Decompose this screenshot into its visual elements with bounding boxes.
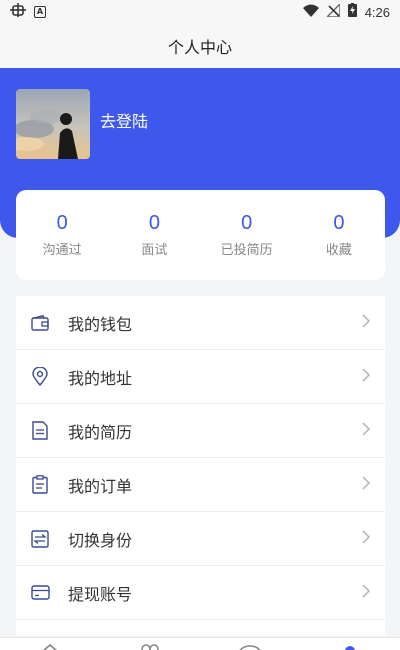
- page-title: 个人中心: [167, 38, 232, 57]
- status-bar: A 4:26: [0, 0, 400, 24]
- menu-item-withdraw-account[interactable]: 提现账号: [16, 566, 385, 620]
- tab-home[interactable]: [0, 638, 100, 650]
- location-pin-icon: [30, 367, 50, 387]
- message-icon: [239, 638, 261, 650]
- menu-label: 我的订单: [68, 476, 133, 496]
- menu-item-switch-identity[interactable]: 切换身份: [16, 512, 385, 566]
- menu-label: 我的简历: [68, 422, 133, 442]
- menu-item-orders[interactable]: 我的订单: [16, 458, 385, 512]
- switch-icon: [30, 529, 50, 549]
- login-link[interactable]: 去登陆: [100, 108, 148, 132]
- chevron-right-icon: [359, 583, 373, 602]
- avatar[interactable]: [16, 89, 90, 159]
- stat-value: 0: [56, 212, 68, 234]
- chevron-right-icon: [359, 529, 373, 548]
- chevron-right-icon: [359, 475, 373, 494]
- menu-item-resume[interactable]: 我的简历: [16, 404, 385, 458]
- document-icon: [30, 421, 50, 441]
- chevron-right-icon: [359, 421, 373, 440]
- menu-label: 切换身份: [68, 530, 133, 550]
- header: 个人中心: [0, 24, 400, 68]
- wifi-icon: [302, 4, 319, 21]
- stat-favorites[interactable]: 0 收藏: [293, 190, 385, 280]
- menu-label: 我的地址: [68, 368, 133, 388]
- chevron-right-icon: [359, 367, 373, 386]
- stat-label: 已投简历: [220, 243, 273, 258]
- a-box-icon: A: [34, 6, 46, 18]
- menu-item-wallet[interactable]: 我的钱包: [16, 296, 385, 350]
- menu-label: 提现账号: [68, 584, 133, 604]
- stat-interview[interactable]: 0 面试: [108, 190, 200, 280]
- home-icon: [40, 638, 60, 650]
- tab-profile[interactable]: [300, 638, 400, 650]
- clipboard-icon: [30, 475, 50, 495]
- stat-label: 面试: [141, 243, 168, 258]
- status-time: 4:26: [364, 4, 390, 20]
- menu-list: 我的钱包 我的地址 我的简历 我的订单 切换身份 提现账号: [16, 296, 385, 636]
- tab-bar: [0, 637, 400, 650]
- tab-messages[interactable]: [200, 638, 300, 650]
- no-signal-icon: [324, 1, 341, 21]
- card-icon: [30, 583, 50, 603]
- chevron-right-icon: [359, 313, 373, 332]
- contacts-icon: [139, 638, 161, 650]
- menu-label: 我的钱包: [68, 314, 133, 334]
- stat-contacted[interactable]: 0 沟通过: [16, 190, 108, 280]
- stat-value: 0: [241, 212, 253, 234]
- stat-label: 沟通过: [42, 243, 82, 258]
- bug-icon: [10, 3, 26, 21]
- wallet-icon: [30, 313, 50, 333]
- tab-contacts[interactable]: [100, 638, 200, 650]
- profile-icon: [340, 638, 360, 650]
- stat-label: 收藏: [325, 243, 352, 258]
- menu-item-address[interactable]: 我的地址: [16, 350, 385, 404]
- stats-card: 0 沟通过 0 面试 0 已投简历 0 收藏: [16, 190, 385, 280]
- stat-value: 0: [333, 212, 345, 234]
- stat-value: 0: [148, 212, 160, 234]
- battery-charging-icon: [347, 3, 357, 21]
- stat-resumes-sent[interactable]: 0 已投简历: [201, 190, 293, 280]
